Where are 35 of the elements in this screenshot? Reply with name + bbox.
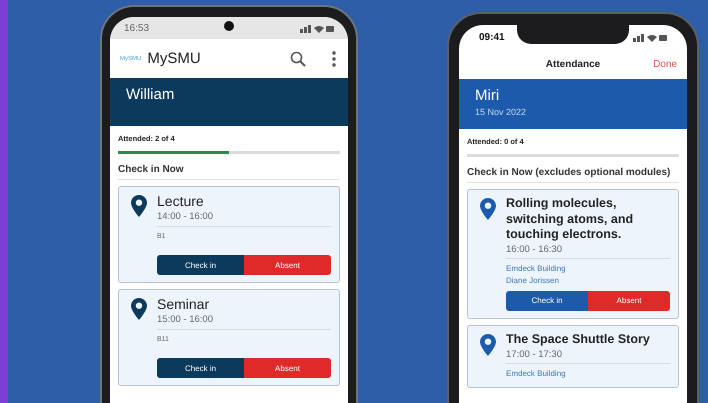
header-date: 15 Nov 2022 <box>475 107 528 117</box>
session-detail: Diane Jorissen <box>506 274 560 287</box>
absent-button[interactable]: Absent <box>244 358 331 378</box>
search-icon[interactable] <box>290 50 306 66</box>
status-icons <box>633 32 667 42</box>
section-title: Check in Now <box>118 164 340 180</box>
session-title: Rolling molecules, switching atoms, and touching electrons. <box>506 196 634 243</box>
location-pin-icon <box>480 198 496 220</box>
nav-title: Attendance <box>546 58 600 70</box>
status-time: 09:41 <box>479 32 505 42</box>
location-pin-icon <box>131 195 147 217</box>
location-pin-icon <box>131 298 147 320</box>
done-link[interactable]: Done <box>653 58 677 70</box>
check-in-button[interactable]: Check in <box>157 358 244 378</box>
check-in-button[interactable]: Check in <box>157 255 244 275</box>
check-in-button[interactable]: Check in <box>506 290 588 311</box>
session-detail: Emdeck Building <box>506 368 567 380</box>
session-title: Lecture <box>157 193 205 209</box>
session-time: 16:00 - 16:30 <box>506 242 670 259</box>
session-title: The Space Shuttle Story <box>506 332 651 348</box>
session-time: 17:00 - 17:30 <box>506 348 670 364</box>
more-menu-icon[interactable] <box>332 50 336 66</box>
status-icons <box>300 24 334 32</box>
session-detail: Emdeck Building <box>506 262 567 275</box>
session-title: Seminar <box>157 296 210 312</box>
session-time: 15:00 - 16:00 <box>157 312 331 330</box>
app-title: MySMU <box>147 50 202 67</box>
status-time: 16:53 <box>124 22 150 34</box>
student-name: Miri <box>475 87 500 104</box>
absent-button[interactable]: Absent <box>244 255 331 275</box>
section-title: Check in Now (excludes optional modules) <box>467 167 679 183</box>
student-name: William <box>126 86 176 103</box>
location-pin-icon <box>480 334 496 356</box>
session-time: 14:00 - 16:00 <box>157 209 331 227</box>
absent-button[interactable]: Absent <box>588 290 670 311</box>
